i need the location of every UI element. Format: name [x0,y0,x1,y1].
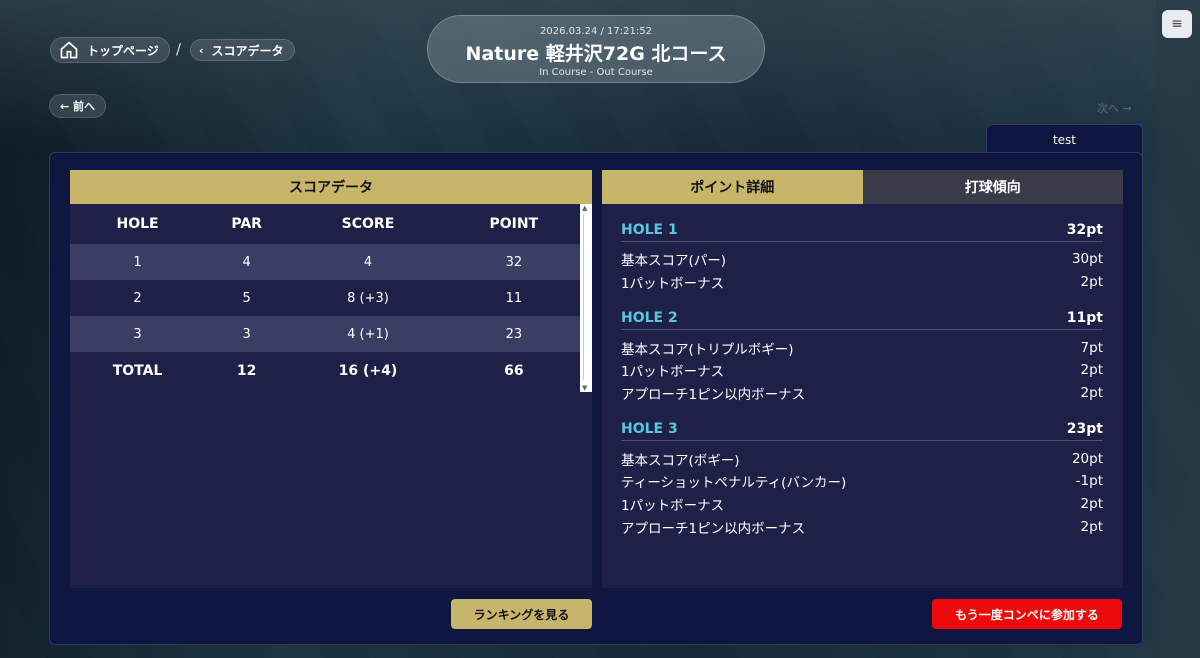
course-title-box: 2026.03.24 / 17:21:52 Nature 軽井沢72G 北コース… [427,15,765,83]
cell-score: 4 (+1) [288,316,448,352]
scroll-up-icon[interactable]: ▲ [582,204,587,212]
prev-button[interactable]: ← 前へ [49,94,107,118]
point-item: 基本スコア(ボギー) 20pt [621,447,1103,470]
rejoin-button[interactable]: もう一度コンペに参加する [932,599,1122,629]
cell-point: 32 [447,244,580,280]
hole-label: HOLE 1 [621,221,678,238]
scroll-down-icon[interactable]: ▼ [582,384,587,392]
score-panel: スコアデータ HOLE PAR SCORE POINT 1 4 4 32 2 5… [70,170,592,588]
hamburger-menu-icon[interactable]: ≡ [1162,10,1192,38]
breadcrumb-current[interactable]: ‹ スコアデータ [190,39,295,61]
point-item-name: 1パットボーナス [621,498,725,515]
scroll-thumb[interactable] [583,214,589,380]
hole-header: HOLE 2 11pt [621,306,1103,331]
hole-label: HOLE 3 [621,420,678,437]
breadcrumb-current-label: スコアデータ [211,43,284,58]
point-item: 1パットボーナス 2pt [621,271,1103,294]
home-icon [60,41,78,59]
point-item-value: 2pt [1080,362,1103,379]
point-item-name: ティーショットペナルティ(バンカー) [621,475,847,492]
table-total-row: TOTAL 12 16 (+4) 66 [70,352,580,390]
point-item: 1パットボーナス 2pt [621,493,1103,516]
point-item-value: 7pt [1080,339,1103,356]
side-strip [1156,0,1200,658]
point-item-name: 基本スコア(ボギー) [621,452,740,469]
table-scrollbar[interactable]: ▲ ▼ [580,204,592,392]
breadcrumb-home-label: トップページ [87,43,159,58]
table-row: 3 3 4 (+1) 23 [70,316,580,352]
hole-label: HOLE 2 [621,309,678,326]
cell-score: 4 [288,244,448,280]
col-par: PAR [231,216,262,232]
course-name: Nature 軽井沢72G 北コース [465,43,727,65]
point-item-value: 2pt [1080,518,1103,535]
cell-total-point: 66 [447,352,580,390]
hole-points: 23pt [1066,420,1103,437]
hole-header: HOLE 3 23pt [621,417,1103,442]
score-table: HOLE PAR SCORE POINT 1 4 4 32 2 5 8 (+3)… [70,204,580,390]
point-item-value: -1pt [1075,473,1103,490]
cell-par: 5 [205,280,289,316]
point-item: 1パットボーナス 2pt [621,359,1103,382]
point-item: アプローチ1ピン以内ボーナス 2pt [621,382,1103,405]
point-item-name: 基本スコア(パー) [621,253,727,270]
point-item-value: 2pt [1080,274,1103,291]
cell-par: 4 [205,244,289,280]
point-item-value: 2pt [1080,496,1103,513]
chevron-left-icon: ‹ [199,43,204,57]
point-item-name: アプローチ1ピン以内ボーナス [621,520,806,537]
point-item: 基本スコア(パー) 30pt [621,248,1103,271]
cell-hole: 3 [70,316,206,352]
hole-points: 11pt [1066,309,1103,326]
table-row: 1 4 4 32 [70,244,580,280]
cell-total-score: 16 (+4) [288,352,448,390]
cell-point: 11 [447,280,580,316]
next-button[interactable]: 次へ → [1097,100,1132,116]
point-item-name: 1パットボーナス [621,364,725,381]
point-item-value: 20pt [1071,450,1103,467]
tab-point-detail[interactable]: ポイント詳細 [602,170,863,204]
course-sub: In Course - Out Course [539,67,653,78]
cell-total-par: 12 [205,352,289,390]
col-point: POINT [489,216,539,232]
cell-total-label: TOTAL [70,352,206,390]
point-item: 基本スコア(トリプルボギー) 7pt [621,336,1103,359]
cell-par: 3 [205,316,289,352]
score-panel-title: スコアデータ [70,170,592,204]
point-item-value: 30pt [1071,251,1103,268]
detail-panel: ポイント詳細 打球傾向 HOLE 1 32pt 基本スコア(パー) 30pt 1… [602,170,1123,588]
point-item-name: 1パットボーナス [621,276,725,293]
play-date: 2026.03.24 / 17:21:52 [540,26,652,37]
hole-header: HOLE 1 32pt [621,218,1103,242]
cell-hole: 2 [70,280,206,316]
point-item-name: 基本スコア(トリプルボギー) [621,341,794,358]
cell-point: 23 [447,316,580,352]
point-detail-list: HOLE 1 32pt 基本スコア(パー) 30pt 1パットボーナス 2pt … [602,204,1123,538]
detail-tabs: ポイント詳細 打球傾向 [602,170,1123,204]
cell-hole: 1 [70,244,206,280]
table-row: 2 5 8 (+3) 11 [70,280,580,316]
ranking-button[interactable]: ランキングを見る [451,599,592,629]
cell-score: 8 (+3) [288,280,448,316]
col-hole: HOLE [116,216,159,232]
breadcrumb-separator: / [176,40,182,58]
breadcrumb-home[interactable]: トップページ [50,37,170,63]
tab-shot-tendency[interactable]: 打球傾向 [862,170,1123,204]
point-item: ティーショットペナルティ(バンカー) -1pt [621,470,1103,493]
point-item-value: 2pt [1080,385,1103,402]
prev-label: ← 前へ [60,100,96,113]
col-score: SCORE [341,216,395,232]
point-item: アプローチ1ピン以内ボーナス 2pt [621,516,1103,539]
point-item-name: アプローチ1ピン以内ボーナス [621,387,806,404]
hole-points: 32pt [1066,221,1103,238]
